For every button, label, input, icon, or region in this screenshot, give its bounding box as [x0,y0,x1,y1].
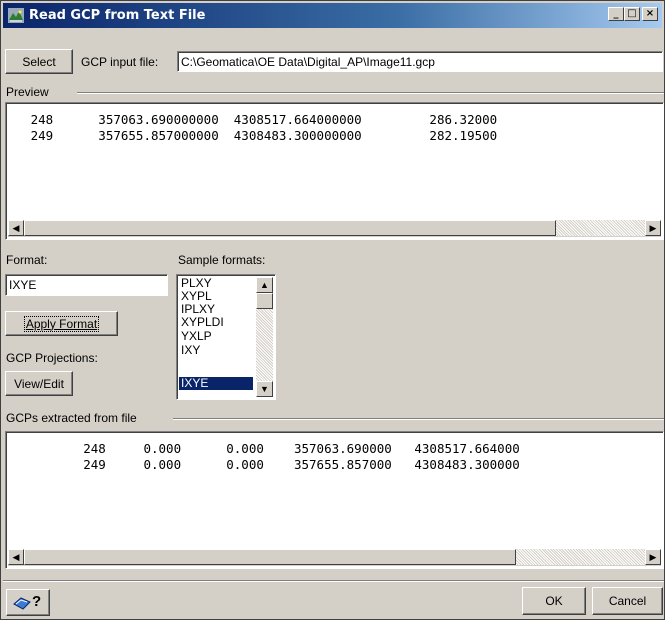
gcp-input-file-value: C:\Geomatica\OE Data\Digital_AP\Image11.… [181,55,435,69]
scroll-thumb[interactable] [24,549,516,565]
sample-formats-list[interactable]: PLXY XYPL IPLXY XYPLDI YXLP IXY IXYE ▲ ▼ [176,274,276,400]
scroll-thumb[interactable] [24,220,556,236]
scroll-up-icon[interactable]: ▲ [256,277,273,293]
help-question-label: ? [32,593,42,610]
preview-pane[interactable]: 248 357063.690000000 4308517.664000000 2… [5,102,664,240]
extracted-hscrollbar[interactable]: ◀ ▶ [8,549,661,566]
format-label: Format: [6,253,48,267]
format-value: IXYE [9,278,37,292]
help-button[interactable]: ? [6,589,50,616]
maximize-button[interactable]: □ [624,7,640,21]
list-item-selected[interactable]: IXYE [179,377,253,390]
help-book-icon [13,597,31,610]
scroll-right-icon[interactable]: ▶ [645,549,661,565]
extracted-gcps-pane[interactable]: 248 0.000 0.000 357063.690000 4308517.66… [5,431,664,569]
preview-row: 249 357655.857000000 4308483.300000000 2… [8,128,498,143]
sample-formats-label: Sample formats: [178,253,266,267]
ok-button[interactable]: OK [522,587,586,615]
cancel-button[interactable]: Cancel [592,587,663,615]
select-button[interactable]: Select [5,49,73,74]
list-item[interactable]: IXY [179,344,200,357]
preview-hscrollbar[interactable]: ◀ ▶ [8,220,661,237]
scroll-left-icon[interactable]: ◀ [8,549,24,565]
apply-format-button[interactable]: Apply Format [5,311,118,336]
close-button[interactable]: × [642,7,658,21]
view-edit-button[interactable]: View/Edit [5,371,73,396]
scroll-left-icon[interactable]: ◀ [8,220,24,236]
gcp-input-file-field[interactable]: C:\Geomatica\OE Data\Digital_AP\Image11.… [177,51,663,72]
apply-format-label: Apply Format [23,315,100,332]
preview-row: 248 357063.690000000 4308517.664000000 2… [8,112,498,127]
sample-formats-vscrollbar[interactable]: ▲ ▼ [256,277,273,397]
scroll-right-icon[interactable]: ▶ [645,220,661,236]
scroll-thumb[interactable] [256,293,273,309]
extracted-row: 249 0.000 0.000 357655.857000 4308483.30… [8,457,520,472]
format-field[interactable]: IXYE [5,274,168,296]
minimize-button[interactable]: _ [608,7,624,21]
preview-divider [77,92,664,94]
app-icon [8,8,24,23]
extracted-divider [173,418,664,420]
list-item[interactable]: YXLP [179,330,212,343]
read-gcp-dialog: Read GCP from Text File _ □ × Select GCP… [0,0,665,620]
gcp-projections-label: GCP Projections: [6,351,98,365]
list-item[interactable]: XYPLDI [179,316,224,329]
scroll-down-icon[interactable]: ▼ [256,381,273,397]
gcp-input-file-label: GCP input file: [81,55,159,69]
preview-legend: Preview [6,85,49,99]
footer-divider [3,580,664,582]
window-title: Read GCP from Text File [29,8,206,23]
extracted-row: 248 0.000 0.000 357063.690000 4308517.66… [8,441,520,456]
extracted-legend: GCPs extracted from file [6,411,137,425]
title-bar[interactable]: Read GCP from Text File _ □ × [3,3,662,28]
